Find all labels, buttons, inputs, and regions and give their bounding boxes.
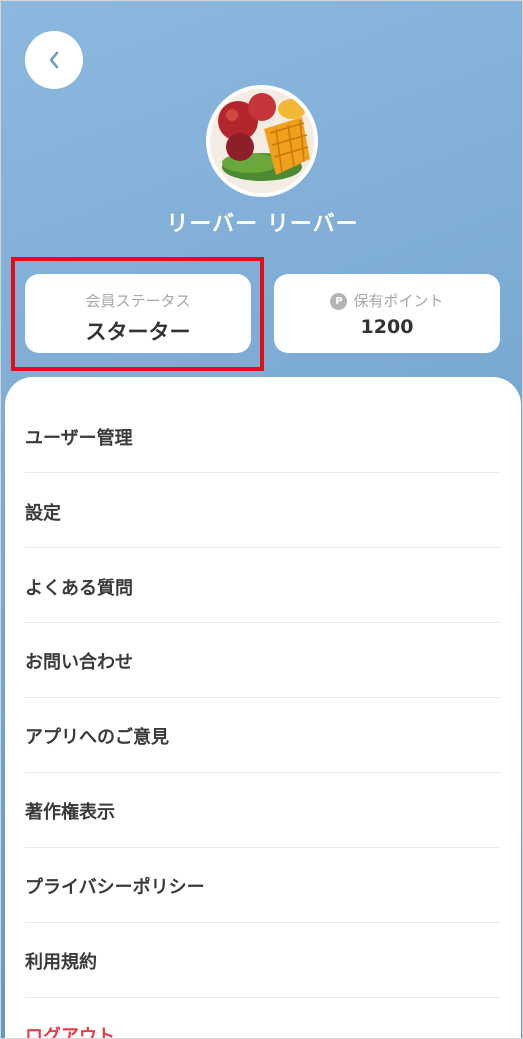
- menu-item-label: プライバシーポリシー: [25, 876, 205, 898]
- menu-item-label: 著作権表示: [25, 801, 115, 823]
- menu-item-feedback[interactable]: アプリへのご意見: [25, 698, 500, 773]
- avatar: [206, 85, 318, 197]
- menu-item-logout[interactable]: ログアウト: [25, 997, 500, 1039]
- menu-list: ユーザー管理 設定 よくある質問 お問い合わせ アプリへのご意見 著作権表示 プ…: [5, 377, 521, 1039]
- points-card[interactable]: P 保有ポイント 1200: [274, 274, 500, 353]
- menu-item-label: ログアウト: [25, 1025, 115, 1039]
- menu-item-settings[interactable]: 設定: [25, 474, 500, 549]
- points-label: 保有ポイント: [353, 292, 444, 310]
- menu-divider: [25, 547, 500, 548]
- point-badge-icon: P: [330, 293, 348, 310]
- points-label-row: P 保有ポイント: [274, 290, 500, 311]
- avatar-image: [210, 89, 314, 193]
- menu-item-label: お問い合わせ: [25, 651, 133, 673]
- menu-item-label: よくある質問: [25, 577, 133, 599]
- menu-item-copyright[interactable]: 著作権表示: [25, 773, 500, 848]
- menu-item-user-management[interactable]: ユーザー管理: [25, 399, 500, 474]
- points-value: 1200: [360, 316, 414, 338]
- menu-item-contact[interactable]: お問い合わせ: [25, 623, 500, 698]
- menu-item-faq[interactable]: よくある質問: [25, 549, 500, 624]
- menu-item-label: 設定: [25, 502, 61, 524]
- menu-item-terms[interactable]: 利用規約: [25, 923, 500, 998]
- menu-item-label: ユーザー管理: [25, 427, 133, 449]
- chevron-left-icon: [49, 51, 59, 69]
- back-button[interactable]: [25, 31, 83, 89]
- highlight-box: [11, 257, 264, 371]
- menu-item-label: アプリへのご意見: [25, 726, 169, 748]
- screen: リーバー リーバー 会員ステータス スターター P 保有ポイント 1200 ユーザ…: [0, 0, 523, 1039]
- menu-divider: [25, 472, 500, 473]
- menu-item-label: 利用規約: [25, 951, 97, 973]
- user-name: リーバー リーバー: [166, 212, 359, 237]
- menu-item-privacy-policy[interactable]: プライバシーポリシー: [25, 848, 500, 923]
